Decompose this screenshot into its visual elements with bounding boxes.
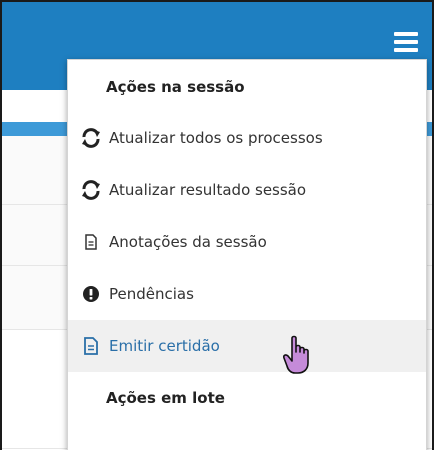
session-actions-menu: Ações na sessão Atualizar todos os proce… [67, 59, 427, 450]
menu-header-label: Ações em lote [106, 389, 225, 407]
menu-item-pending-issues[interactable]: Pendências [68, 268, 426, 320]
menu-item-update-session-result[interactable]: Atualizar resultado sessão [68, 164, 426, 216]
app-window: Ações na sessão Atualizar todos os proce… [0, 0, 434, 450]
menu-header-batch-actions: Ações em lote [68, 372, 426, 424]
menu-header-session-actions: Ações na sessão [68, 61, 426, 113]
menu-item-label: Anotações da sessão [109, 233, 267, 251]
refresh-icon [77, 128, 105, 148]
refresh-icon [77, 180, 105, 200]
menu-item-label: Atualizar resultado sessão [109, 181, 307, 199]
menu-header-label: Ações na sessão [106, 78, 245, 96]
document-icon [77, 336, 105, 356]
menu-item-label: Pendências [109, 285, 194, 303]
exclamation-circle-icon [77, 284, 105, 304]
menu-item-label: Atualizar todos os processos [109, 129, 323, 147]
menu-item-label: Emitir certidão [109, 337, 220, 355]
menu-item-session-notes[interactable]: Anotações da sessão [68, 216, 426, 268]
hamburger-menu-icon[interactable] [394, 32, 418, 52]
menu-item-issue-certificate[interactable]: Emitir certidão [68, 320, 426, 372]
hand-pointer-cursor-icon [282, 335, 316, 375]
document-icon [77, 232, 105, 252]
menu-item-update-all-processes[interactable]: Atualizar todos os processos [68, 112, 426, 164]
